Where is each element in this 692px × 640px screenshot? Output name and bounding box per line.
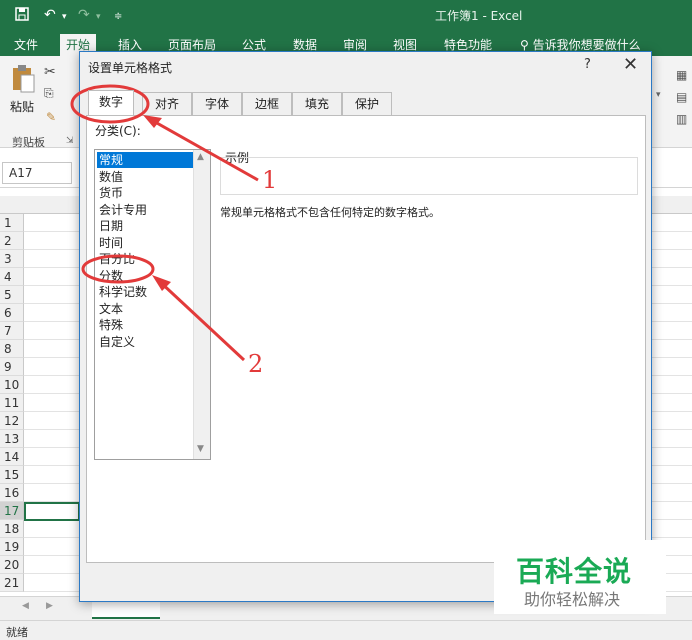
scroll-down-icon[interactable]: ▼ bbox=[197, 444, 204, 454]
dialog-title: 设置单元格格式 bbox=[88, 61, 173, 75]
format-description: 常规单元格格式不包含任何特定的数字格式。 bbox=[220, 206, 440, 219]
category-scrollbar[interactable]: ▲ ▼ bbox=[193, 150, 210, 459]
category-item[interactable]: 文本 bbox=[97, 301, 193, 317]
active-cell[interactable] bbox=[24, 502, 80, 521]
cut-icon[interactable]: ✂ bbox=[44, 64, 56, 80]
row-header[interactable]: 20 bbox=[0, 556, 24, 574]
category-item[interactable]: 自定义 bbox=[97, 334, 193, 350]
save-icon[interactable] bbox=[14, 6, 30, 27]
category-item[interactable]: 会计专用 bbox=[97, 202, 193, 218]
undo-dropdown-icon[interactable]: ▾ bbox=[62, 8, 67, 26]
watermark: 百科全说 助你轻松解决 bbox=[494, 540, 666, 614]
sample-box bbox=[220, 157, 638, 195]
row-header[interactable]: 21 bbox=[0, 574, 24, 592]
row-header[interactable]: 8 bbox=[0, 340, 24, 358]
category-label: 分类(C): bbox=[95, 124, 141, 138]
delete-cells-icon[interactable]: ▤ bbox=[676, 90, 687, 104]
tab-border[interactable]: 边框 bbox=[242, 92, 292, 115]
tab-alignment[interactable]: 对齐 bbox=[142, 92, 192, 115]
category-item[interactable]: 时间 bbox=[97, 235, 193, 251]
clipboard-group-label: 剪贴板 bbox=[12, 136, 45, 149]
row-header[interactable]: 4 bbox=[0, 268, 24, 286]
status-text: 就绪 bbox=[6, 626, 28, 639]
format-painter-icon[interactable]: ✎ bbox=[46, 110, 56, 124]
copy-icon[interactable]: ⎘ bbox=[44, 86, 54, 101]
format-cells-icon[interactable]: ▥ bbox=[676, 112, 687, 126]
window-title: 工作簿1 - Excel bbox=[435, 9, 523, 23]
category-item[interactable]: 货币 bbox=[97, 185, 193, 201]
chevron-down-icon[interactable]: ▾ bbox=[656, 90, 661, 100]
undo-icon[interactable]: ↶ bbox=[44, 6, 56, 24]
row-header[interactable]: 18 bbox=[0, 520, 24, 538]
category-item[interactable]: 百分比 bbox=[97, 251, 193, 267]
format-cells-dialog: 设置单元格格式 ? ✕ 数字 对齐 字体 边框 填充 保护 分类(C): 常规数… bbox=[79, 51, 652, 602]
number-tab-panel: 分类(C): 常规 数值 货币 会计专用 日期 时间 百分比 分数 科学记数 文本 特殊 自定义 ▲ … bbox=[86, 115, 646, 563]
help-button[interactable]: ? bbox=[584, 57, 591, 72]
row-header[interactable]: 5 bbox=[0, 286, 24, 304]
scroll-up-icon[interactable]: ▲ bbox=[197, 152, 204, 162]
category-item[interactable]: 数值 bbox=[97, 169, 193, 185]
watermark-title: 百科全说 bbox=[516, 555, 633, 588]
status-bar: 就绪 bbox=[0, 620, 692, 640]
close-icon[interactable]: ✕ bbox=[623, 54, 638, 75]
tab-file[interactable]: 文件 bbox=[14, 36, 38, 53]
row-header[interactable]: 7 bbox=[0, 322, 24, 340]
tell-me-text: 告诉我你想要做什么 bbox=[532, 38, 641, 52]
row-header[interactable]: 17 bbox=[0, 502, 24, 520]
title-bar: ↶ ▾ ↷ ▾ ≑ 工作簿1 - Excel bbox=[0, 0, 692, 30]
tab-protection[interactable]: 保护 bbox=[342, 92, 392, 115]
row-header[interactable]: 1 bbox=[0, 214, 24, 232]
paste-icon[interactable] bbox=[10, 64, 36, 94]
row-header[interactable]: 2 bbox=[0, 232, 24, 250]
watermark-subtitle: 助你轻松解决 bbox=[524, 590, 621, 609]
category-item[interactable]: 科学记数 bbox=[97, 284, 193, 300]
row-header[interactable]: 16 bbox=[0, 484, 24, 502]
row-header[interactable]: 11 bbox=[0, 394, 24, 412]
redo-dropdown-icon[interactable]: ▾ bbox=[96, 8, 101, 26]
dialog-launcher-icon[interactable]: ⇲ bbox=[66, 136, 74, 146]
row-header[interactable]: 13 bbox=[0, 430, 24, 448]
row-header[interactable]: 9 bbox=[0, 358, 24, 376]
category-item[interactable]: 特殊 bbox=[97, 317, 193, 333]
search-icon: ⚲ bbox=[520, 38, 529, 52]
category-list[interactable]: 常规 数值 货币 会计专用 日期 时间 百分比 分数 科学记数 文本 特殊 自定义 ▲ ▼ bbox=[94, 149, 211, 460]
tab-number[interactable]: 数字 bbox=[88, 90, 134, 115]
next-sheet-icon[interactable]: ▶ bbox=[46, 601, 53, 611]
name-box[interactable]: A17 bbox=[2, 162, 72, 184]
dialog-tabs: 数字 对齐 字体 边框 填充 保护 bbox=[88, 90, 588, 116]
category-item[interactable]: 分数 bbox=[97, 268, 193, 284]
customize-icon[interactable]: ≑ bbox=[114, 8, 122, 26]
row-header[interactable]: 15 bbox=[0, 466, 24, 484]
row-header[interactable]: 14 bbox=[0, 448, 24, 466]
row-header[interactable]: 19 bbox=[0, 538, 24, 556]
row-header[interactable]: 3 bbox=[0, 250, 24, 268]
row-header[interactable]: 12 bbox=[0, 412, 24, 430]
paste-button[interactable]: 粘贴 bbox=[10, 98, 34, 115]
category-item[interactable]: 日期 bbox=[97, 218, 193, 234]
prev-sheet-icon[interactable]: ◀ bbox=[22, 601, 29, 611]
insert-cells-icon[interactable]: ▦ bbox=[676, 68, 687, 82]
row-header[interactable]: 6 bbox=[0, 304, 24, 322]
redo-icon[interactable]: ↷ bbox=[78, 6, 90, 24]
tab-fill[interactable]: 填充 bbox=[292, 92, 342, 115]
category-item[interactable]: 常规 bbox=[97, 152, 193, 168]
row-header[interactable]: 10 bbox=[0, 376, 24, 394]
tab-font[interactable]: 字体 bbox=[192, 92, 242, 115]
